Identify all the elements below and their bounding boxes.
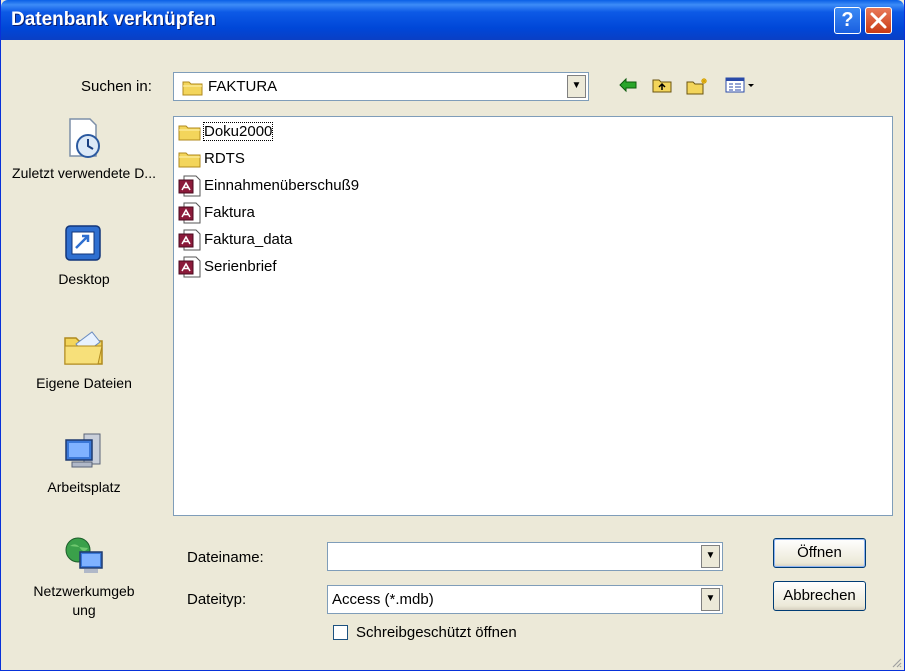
title-bar[interactable]: Datenbank verknüpfen ? [1, 0, 904, 40]
filename-input[interactable]: ▼ [327, 542, 723, 571]
back-button[interactable] [615, 76, 641, 98]
access-database-icon [178, 202, 201, 224]
file-name: RDTS [204, 150, 245, 168]
file-name: Faktura [204, 204, 255, 222]
readonly-label[interactable]: Schreibgeschützt öffnen [356, 624, 517, 641]
chevron-down-icon[interactable]: ▼ [701, 545, 720, 568]
list-item[interactable]: Faktura_data [178, 229, 292, 251]
recent-documents-icon [69, 118, 100, 158]
place-label: Eigene Dateien [36, 375, 132, 391]
list-item[interactable]: RDTS [178, 148, 245, 170]
desktop-icon [65, 225, 101, 261]
chevron-down-icon[interactable]: ▼ [567, 75, 586, 98]
access-database-icon [178, 229, 201, 251]
place-my-documents[interactable]: Eigene Dateien [9, 326, 159, 393]
place-label: Zuletzt verwendete D... [12, 165, 156, 181]
file-name: Serienbrief [204, 258, 277, 276]
my-documents-icon [64, 331, 103, 365]
file-name: Faktura_data [204, 231, 293, 249]
place-label: Netzwerkumgeb ung [33, 583, 135, 618]
chevron-down-icon[interactable]: ▼ [701, 588, 720, 611]
list-item[interactable]: Serienbrief [178, 256, 277, 278]
views-menu-button[interactable] [723, 76, 759, 98]
filetype-value: Access (*.mdb) [332, 591, 434, 608]
dialog-title: Datenbank verknüpfen [11, 9, 216, 30]
place-desktop[interactable]: Desktop [9, 222, 159, 289]
folder-icon [178, 125, 201, 141]
help-button[interactable]: ? [834, 7, 861, 34]
resize-grip-icon[interactable] [890, 656, 902, 668]
place-recent[interactable]: Zuletzt verwendete D... [9, 116, 159, 183]
lookin-value: FAKTURA [208, 78, 278, 95]
new-folder-icon [686, 78, 707, 95]
readonly-checkbox[interactable] [333, 625, 348, 640]
place-label: Arbeitsplatz [47, 479, 121, 495]
my-computer-icon [65, 433, 101, 468]
up-folder-icon [652, 79, 672, 93]
filetype-label: Dateityp: [187, 591, 247, 608]
lookin-dropdown[interactable]: FAKTURA ▼ [173, 72, 589, 101]
list-item[interactable]: Faktura [178, 202, 255, 224]
filename-label: Dateiname: [187, 549, 264, 566]
file-list[interactable]: Doku2000 RDTS Einnahmenüberschuß9 Faktur… [173, 116, 893, 516]
views-menu-icon [725, 77, 754, 93]
folder-icon [182, 81, 203, 96]
place-label: Desktop [58, 271, 110, 287]
list-item[interactable]: Doku2000 [178, 121, 274, 143]
access-database-icon [178, 256, 201, 278]
new-folder-button[interactable] [684, 76, 710, 98]
file-name: Doku2000 [202, 122, 274, 142]
up-folder-button[interactable] [649, 76, 675, 98]
open-dialog: Datenbank verknüpfen ? Suchen in: FAKTUR… [0, 0, 905, 671]
cancel-button[interactable]: Abbrechen [773, 581, 866, 611]
close-icon [870, 12, 887, 29]
lookin-label: Suchen in: [81, 78, 152, 95]
close-button[interactable] [865, 7, 892, 34]
back-arrow-icon [619, 77, 637, 93]
network-places-icon [65, 537, 103, 573]
access-database-icon [178, 175, 201, 197]
place-my-computer[interactable]: Arbeitsplatz [9, 430, 159, 497]
open-button[interactable]: Öffnen [773, 538, 866, 568]
file-name: Einnahmenüberschuß9 [204, 177, 360, 195]
list-item[interactable]: Einnahmenüberschuß9 [178, 175, 359, 197]
places-bar: Zuletzt verwendete D... Desktop Eigene D… [9, 106, 159, 656]
filetype-dropdown[interactable]: Access (*.mdb) ▼ [327, 585, 723, 614]
folder-icon [178, 152, 201, 168]
place-network[interactable]: Netzwerkumgeb ung [9, 534, 159, 620]
